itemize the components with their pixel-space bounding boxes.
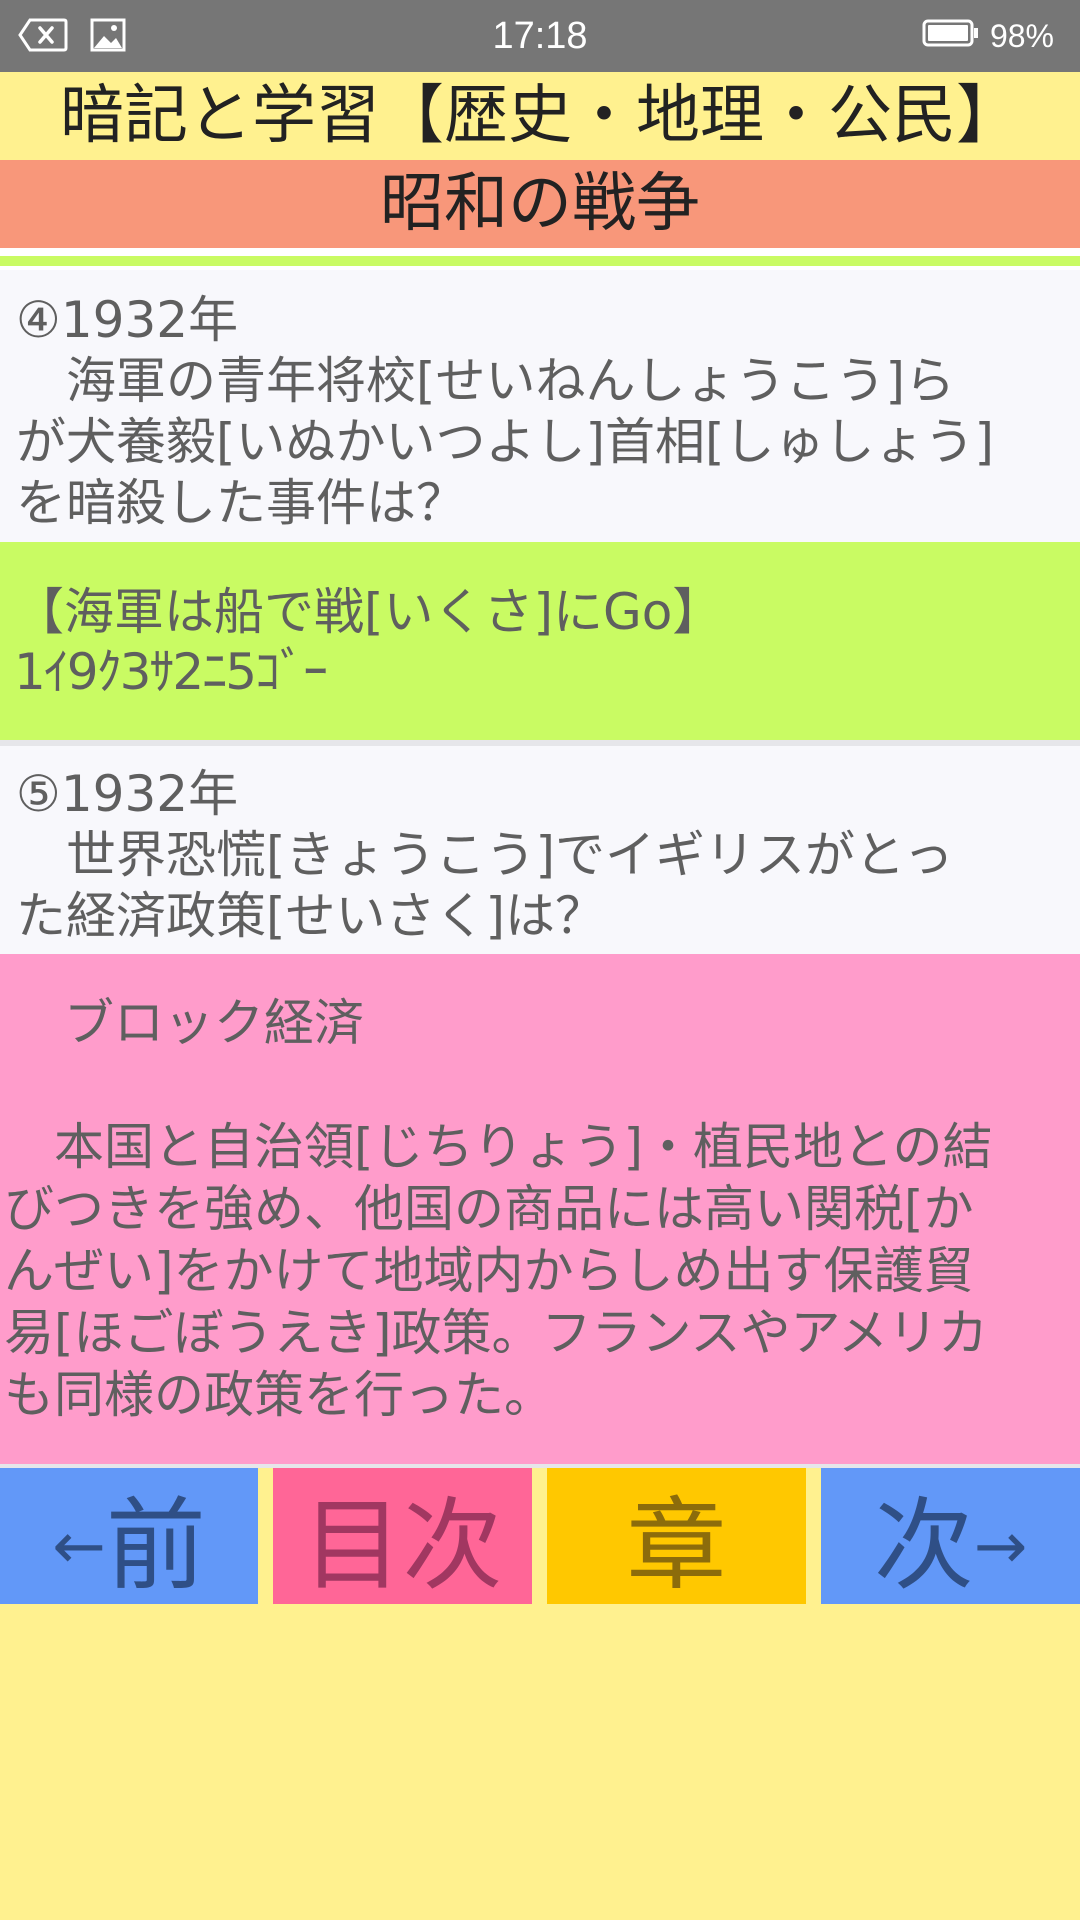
next-button[interactable]: 次 → — [821, 1468, 1080, 1604]
question-4-line-3: を暗殺した事件は？ — [16, 474, 466, 532]
app-title: 暗記と学習【歴史・地理・公民】 — [0, 72, 1080, 160]
answer-5-blank — [4, 1054, 1080, 1116]
hint-4[interactable]: 【海軍は船で戦[いくさ]にGo】 1ｲ9ｸ3ｻ2ﾆ5ｺﾞｰ — [0, 542, 1080, 740]
question-5[interactable]: ⑤1932年 世界恐慌[きょうこう]でイギリスがとっ た経済政策[せいさく]は？ — [0, 746, 1080, 954]
answer-5-explanation-1: 本国と自治領[じちりょう]・植民地との結 — [4, 1118, 993, 1176]
question-4-number-year: ④1932年 — [16, 291, 239, 349]
answer-5[interactable]: ブロック経済 本国と自治領[じちりょう]・植民地との結 びつきを強め、他国の商品… — [0, 954, 1080, 1464]
separator-white — [0, 248, 1080, 256]
battery-icon — [922, 18, 980, 55]
chapter-button-label: 章 — [626, 1486, 727, 1604]
answer-5-explanation-4: 易[ほごぼうえき]政策。フランスやアメリカ — [4, 1304, 989, 1362]
toc-button[interactable]: 目次 — [273, 1468, 532, 1604]
toc-button-label: 目次 — [302, 1486, 503, 1604]
question-5-number-year: ⑤1932年 — [16, 765, 239, 823]
question-4[interactable]: ④1932年 海軍の青年将校[せいねんしょうこう]ら が犬養毅[いぬかいつよし]… — [0, 270, 1080, 542]
answer-5-explanation-5: も同様の政策を行った。 — [4, 1366, 554, 1424]
separator-green — [0, 256, 1080, 266]
right-arrow-icon: → — [973, 1510, 1028, 1584]
battery-status: 98% — [922, 0, 1054, 72]
hint-4-mnemonic: 【海軍は船で戦[いくさ]にGo】 — [14, 583, 723, 641]
answer-5-explanation-2: びつきを強め、他国の商品には高い関税[か — [4, 1180, 974, 1238]
hint-4-reading: 1ｲ9ｸ3ｻ2ﾆ5ｺﾞｰ — [14, 643, 328, 701]
question-5-line-1: 世界恐慌[きょうこう]でイギリスがとっ — [16, 826, 954, 884]
prev-button-label: 前 — [105, 1486, 206, 1604]
navigation-bar: ← 前 目次 章 次 → — [0, 1468, 1080, 1604]
answer-5-answer: ブロック経済 — [14, 994, 364, 1052]
answer-5-explanation-3: んぜい]をかけて地域内からしめ出す保護貿 — [4, 1242, 974, 1300]
next-button-label: 次 — [873, 1486, 974, 1604]
chapter-title: 昭和の戦争 — [0, 160, 1080, 248]
left-arrow-icon: ← — [52, 1510, 106, 1584]
status-bar: 17:18 98% — [0, 0, 1080, 72]
prev-button[interactable]: ← 前 — [0, 1468, 258, 1604]
question-5-line-2: た経済政策[せいさく]は？ — [16, 887, 606, 945]
question-4-line-2: が犬養毅[いぬかいつよし]首相[しゅしょう] — [16, 413, 995, 471]
status-time: 17:18 — [492, 15, 588, 57]
battery-percent: 98% — [989, 17, 1054, 54]
chapter-button[interactable]: 章 — [547, 1468, 806, 1604]
question-4-line-1: 海軍の青年将校[せいねんしょうこう]ら — [16, 352, 956, 410]
